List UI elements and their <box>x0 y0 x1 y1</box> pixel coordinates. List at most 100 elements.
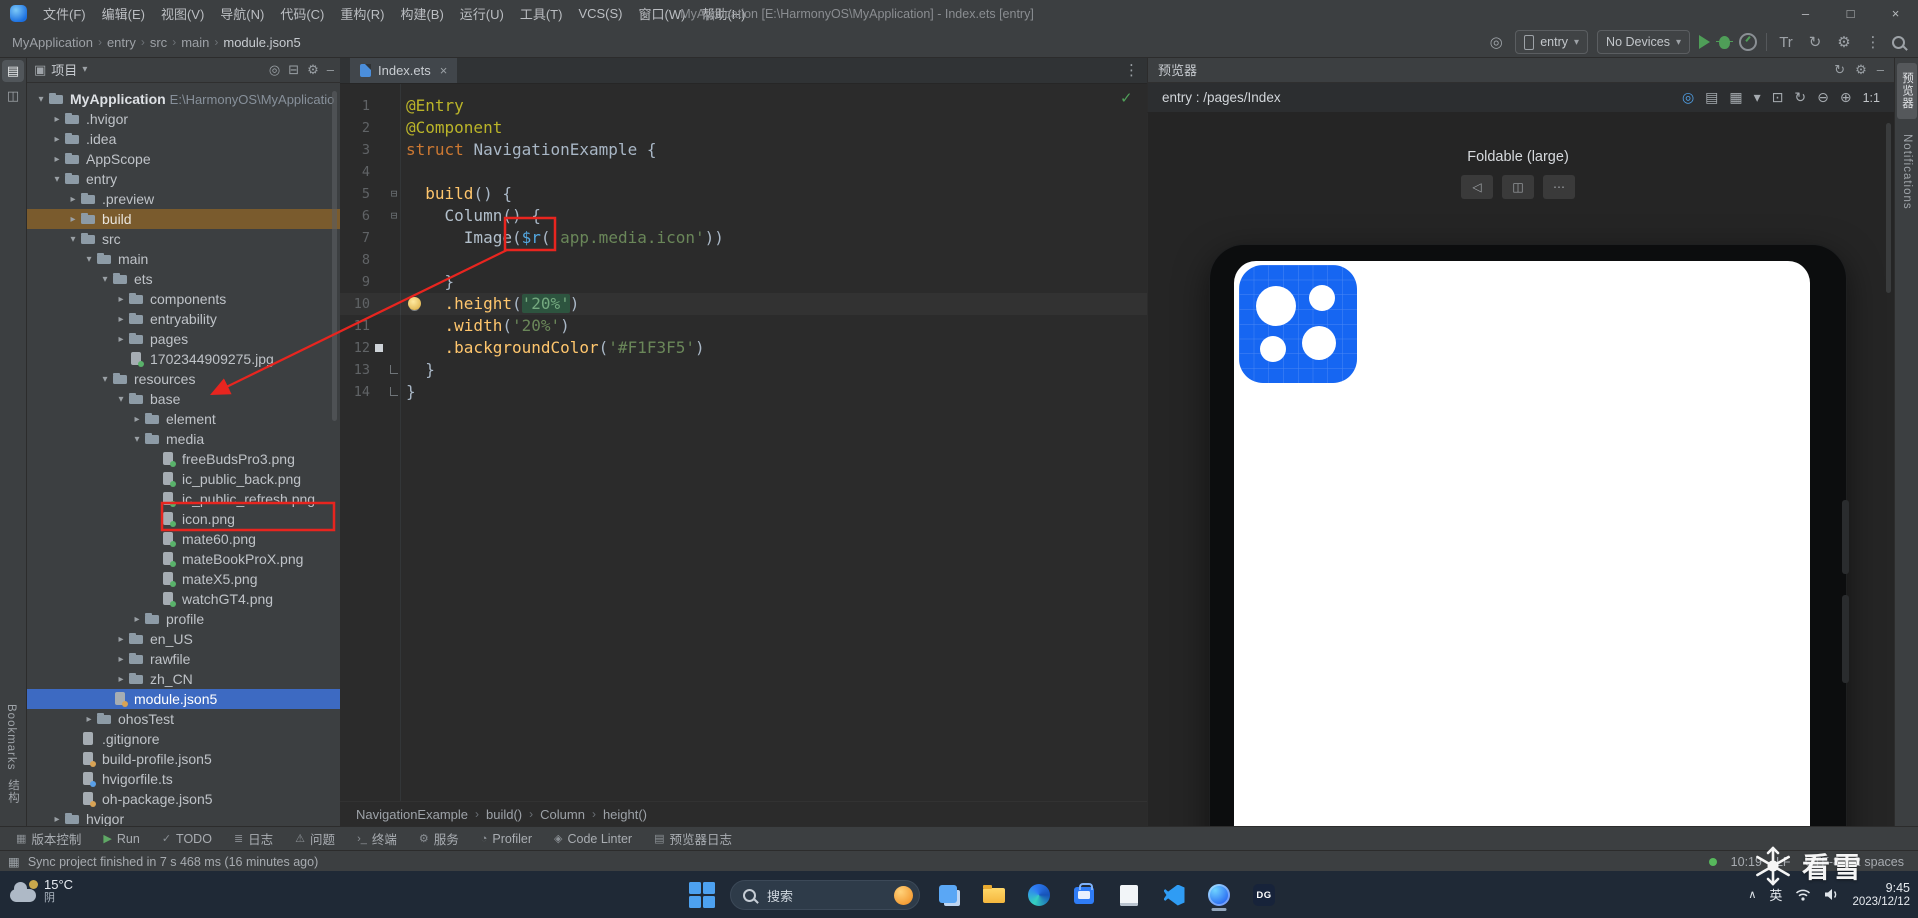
chevron-icon[interactable]: ▸ <box>50 134 64 145</box>
code-line[interactable]: 1 @Entry <box>340 95 1147 117</box>
tree-item-mateBookProX.png[interactable]: mateBookProX.png <box>26 549 340 569</box>
breadcrumb-item[interactable]: MyApplication <box>12 35 93 50</box>
chevron-icon[interactable]: ▸ <box>50 154 64 165</box>
tree-item-.hvigor[interactable]: ▸ .hvigor <box>26 109 340 129</box>
tree-item-watchGT4.png[interactable]: watchGT4.png <box>26 589 340 609</box>
code-line[interactable]: 7 Image($r('app.media.icon')) <box>340 227 1147 249</box>
preview-scrollbar[interactable] <box>1886 123 1891 293</box>
tree-item-pages[interactable]: ▸ pages <box>26 329 340 349</box>
code-line[interactable]: 13 } <box>340 359 1147 381</box>
refresh-icon[interactable]: ↻ <box>1834 62 1845 78</box>
collapse-all-icon[interactable]: ⊟ <box>288 62 299 78</box>
tree-item-rawfile[interactable]: ▸ rawfile <box>26 649 340 669</box>
code-line[interactable]: 14} <box>340 381 1147 403</box>
tree-item-module.json5[interactable]: module.json5 <box>26 689 340 709</box>
tool-window-button-终端[interactable]: ›_ 终端 <box>357 829 397 848</box>
breadcrumb-item[interactable]: main <box>181 35 209 50</box>
chevron-icon[interactable]: ▸ <box>114 634 128 645</box>
notes-icon[interactable] <box>1114 879 1144 911</box>
close-tab-icon[interactable]: × <box>440 63 448 78</box>
tree-item-mateX5.png[interactable]: mateX5.png <box>26 569 340 589</box>
translate-icon[interactable]: Tr <box>1776 34 1796 51</box>
tree-item-build[interactable]: ▸ build <box>26 209 340 229</box>
ime-indicator[interactable]: 英 <box>1769 885 1782 904</box>
tool-window-button-Profiler[interactable]: ◔ Profiler <box>481 832 532 846</box>
fold-marker-icon[interactable]: ⊟ <box>386 183 402 205</box>
tree-item-1702344909275.jpg[interactable]: 1702344909275.jpg <box>26 349 340 369</box>
volume-icon[interactable] <box>1824 888 1839 901</box>
tree-item-en_US[interactable]: ▸ en_US <box>26 629 340 649</box>
chevron-icon[interactable]: ▸ <box>130 414 144 425</box>
preview-mode-icon[interactable]: ◎ <box>1486 33 1506 51</box>
code-line[interactable]: 10 .height('20%') <box>340 293 1147 315</box>
tool-window-button-Code Linter[interactable]: ◈ Code Linter <box>554 832 632 846</box>
more-vertical-icon[interactable]: ⋮ <box>1124 61 1139 79</box>
chevron-icon[interactable]: ▸ <box>114 314 128 325</box>
code-line[interactable]: 2 @Component <box>340 117 1147 139</box>
tool-stripe-icon[interactable]: ▤ <box>2 60 24 82</box>
deveco-icon[interactable] <box>1204 879 1234 911</box>
chevron-icon[interactable]: ▸ <box>114 654 128 665</box>
breadcrumb-item[interactable]: module.json5 <box>223 35 300 50</box>
chevron-icon[interactable]: ▸ <box>114 294 128 305</box>
code-line[interactable]: 3 struct NavigationExample { <box>340 139 1147 161</box>
zoom-out-icon[interactable]: ⊖ <box>1817 89 1829 106</box>
menu-item[interactable]: 导航(N) <box>212 0 272 27</box>
inspect-icon[interactable]: ◎ <box>1682 89 1694 106</box>
hidden-icons-chevron[interactable]: ∧ <box>1748 888 1756 901</box>
settings-icon[interactable]: ⚙ <box>1834 33 1854 51</box>
fold-marker-icon[interactable] <box>386 359 402 381</box>
tree-item-.gitignore[interactable]: .gitignore <box>26 729 340 749</box>
profile-button[interactable] <box>1739 33 1757 51</box>
tree-item-hvigor[interactable]: ▸ hvigor <box>26 809 340 826</box>
module-selector[interactable]: entry ▾ <box>1515 30 1589 54</box>
editor-breadcrumb-item[interactable]: NavigationExample <box>356 807 468 822</box>
chevron-icon[interactable]: ▾ <box>114 394 128 405</box>
tool-window-button-服务[interactable]: ⚙ 服务 <box>419 829 459 848</box>
sync-icon[interactable]: ↻ <box>1805 33 1825 51</box>
task-view-icon[interactable] <box>934 879 964 911</box>
tool-window-button-日志[interactable]: ≣ 日志 <box>234 829 273 848</box>
device-selector[interactable]: No Devices ▾ <box>1597 30 1690 54</box>
code-line[interactable]: 5 ⊟ build() { <box>340 183 1147 205</box>
tree-item-profile[interactable]: ▸ profile <box>26 609 340 629</box>
frame-icon[interactable]: ⊡ <box>1772 89 1784 106</box>
wifi-icon[interactable] <box>1795 888 1811 901</box>
minimize-button[interactable]: – <box>1783 0 1828 27</box>
back-button[interactable]: ◁ <box>1461 175 1493 199</box>
grid-icon[interactable]: ▦ <box>1729 89 1742 106</box>
settings-icon[interactable]: ⚙ <box>307 62 319 78</box>
settings-icon[interactable]: ⚙ <box>1855 62 1867 78</box>
tree-item-src[interactable]: ▾ src <box>26 229 340 249</box>
tree-item-ic_public_refresh.png[interactable]: ic_public_refresh.png <box>26 489 340 509</box>
intention-bulb-icon[interactable] <box>408 297 421 310</box>
tree-item-base[interactable]: ▾ base <box>26 389 340 409</box>
tree-item-mate60.png[interactable]: mate60.png <box>26 529 340 549</box>
menu-item[interactable]: 代码(C) <box>272 0 332 27</box>
tool-stripe-icon[interactable]: ◫ <box>2 85 24 107</box>
store-icon[interactable] <box>1069 879 1099 911</box>
chevron-icon[interactable]: ▾ <box>98 274 112 285</box>
chevron-icon[interactable]: ▾ <box>34 94 48 105</box>
maximize-button[interactable]: □ <box>1828 0 1873 27</box>
debug-button[interactable] <box>1716 35 1733 49</box>
tool-window-button-TODO[interactable]: ✓ TODO <box>162 832 212 846</box>
fold-marker-icon[interactable] <box>386 381 402 403</box>
chevron-icon[interactable]: ▾ <box>130 434 144 445</box>
chevron-icon[interactable]: ▾ <box>98 374 112 385</box>
split-screen-button[interactable]: ◫ <box>1502 175 1534 199</box>
breadcrumb-item[interactable]: src <box>150 35 167 50</box>
code-line[interactable]: 8 <box>340 249 1147 271</box>
chevron-icon[interactable]: ▸ <box>66 214 80 225</box>
editor-breadcrumb-item[interactable]: height() <box>603 807 647 822</box>
code-line[interactable]: 4 <box>340 161 1147 183</box>
rotate-icon[interactable]: ↻ <box>1794 89 1806 106</box>
chevron-icon[interactable]: ▸ <box>114 334 128 345</box>
tree-item-ohosTest[interactable]: ▸ ohosTest <box>26 709 340 729</box>
more-vertical-icon[interactable]: ⋮ <box>1863 33 1883 51</box>
breadcrumb-item[interactable]: entry <box>107 35 136 50</box>
tree-scrollbar[interactable] <box>332 91 337 421</box>
tool-window-button-版本控制[interactable]: ▦ 版本控制 <box>16 829 81 848</box>
search-everywhere-icon[interactable] <box>1892 35 1905 49</box>
run-button[interactable] <box>1699 35 1710 49</box>
